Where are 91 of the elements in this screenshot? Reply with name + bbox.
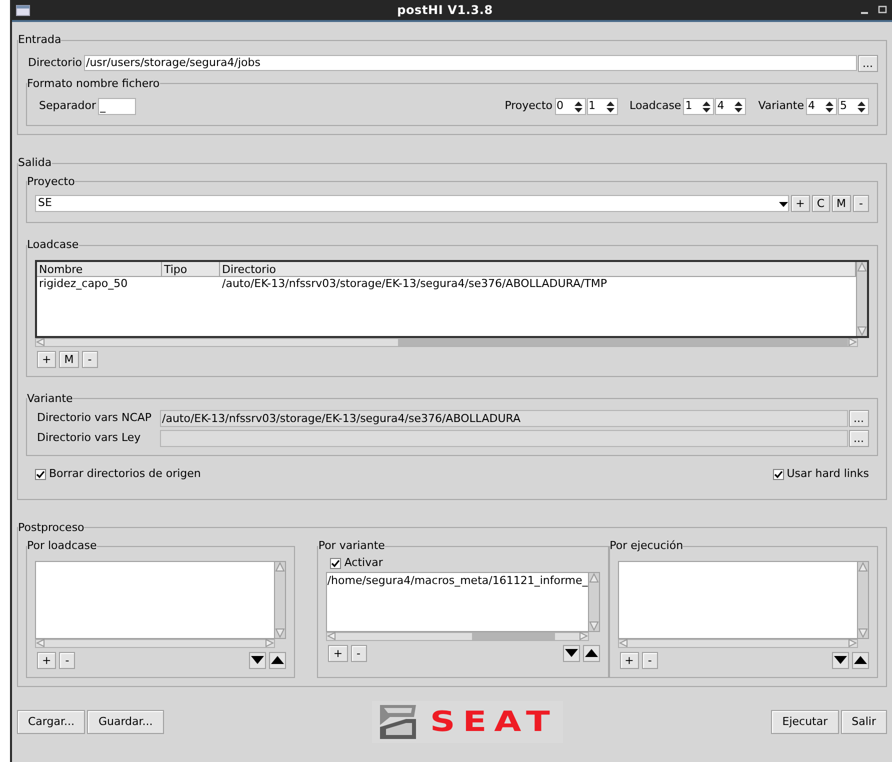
directory-field[interactable] — [160, 430, 848, 447]
vertical-scrollbar[interactable] — [856, 262, 867, 336]
down-triangle-icon — [564, 649, 578, 657]
small-button[interactable]: M — [59, 350, 79, 368]
vertical-scrollbar[interactable] — [274, 562, 286, 638]
spin-arrows-icon[interactable] — [857, 100, 866, 112]
field-label: Directorio — [28, 54, 82, 71]
column-header[interactable]: Nombre — [37, 262, 162, 276]
vertical-scrollbar[interactable] — [588, 572, 599, 630]
field-label: Directorio vars Ley — [37, 430, 142, 446]
small-button[interactable]: - — [82, 350, 98, 368]
column-header[interactable]: Tipo — [162, 262, 220, 276]
spin-box[interactable]: 1 — [586, 98, 618, 115]
spin-arrows-icon[interactable] — [606, 100, 615, 112]
maximize-icon[interactable] — [878, 5, 888, 15]
move-down-button[interactable] — [249, 652, 266, 668]
small-button[interactable]: + — [790, 195, 810, 212]
directory-field[interactable]: /usr/users/storage/segura4/jobs — [84, 55, 856, 71]
small-button[interactable]: - — [642, 652, 658, 668]
spin-box[interactable]: 5 — [838, 98, 869, 115]
scroll-down-icon[interactable] — [858, 628, 868, 638]
table-cell-text: rigidez_capo_50 — [38, 276, 129, 292]
field-label: Proyecto — [504, 98, 553, 114]
spin-box[interactable]: 0 — [554, 98, 586, 115]
scroll-up-icon[interactable] — [857, 262, 867, 272]
field-label: Variante — [758, 98, 804, 114]
small-button[interactable]: + — [328, 644, 348, 662]
footer-button[interactable]: Salir — [840, 710, 887, 734]
scroll-down-icon[interactable] — [588, 620, 599, 630]
small-button[interactable]: + — [37, 652, 56, 668]
group-title: Variante — [27, 390, 73, 406]
group-title: Proyecto — [27, 174, 75, 190]
window-title: postHI V1.3.8 — [396, 2, 494, 19]
field-label: Loadcase — [630, 98, 682, 114]
small-button[interactable]: - — [853, 195, 869, 212]
scroll-down-icon[interactable] — [857, 326, 867, 336]
spin-arrows-icon[interactable] — [734, 100, 744, 112]
spin-arrows-icon[interactable] — [825, 100, 834, 112]
checkbox[interactable] — [35, 468, 46, 480]
checkbox[interactable] — [330, 558, 342, 569]
group-title: Salida — [18, 155, 52, 171]
down-triangle-icon — [834, 656, 847, 664]
footer-button[interactable]: Guardar... — [87, 710, 164, 734]
table-cell-text: /auto/EK-13/nfssrv03/storage/EK-13/segura4/se376/ABOLLADURA/TMP — [221, 276, 608, 292]
up-triangle-icon — [584, 649, 598, 657]
group-title: Entrada — [18, 32, 62, 48]
scroll-right-icon[interactable] — [848, 338, 857, 346]
project-dropdown[interactable]: SE — [35, 195, 789, 212]
group-title: Loadcase — [27, 237, 79, 253]
move-down-button[interactable] — [562, 644, 580, 662]
scroll-left-icon[interactable] — [36, 338, 45, 346]
small-button[interactable]: C — [812, 195, 830, 212]
footer-button[interactable]: Ejecutar — [771, 710, 839, 734]
group-title: Por ejecución — [610, 538, 684, 554]
directory-field[interactable]: /auto/EK-13/nfssrv03/storage/EK-13/segura4/se376/ABOLLADURA — [160, 410, 848, 427]
spin-box[interactable]: 4 — [806, 98, 837, 115]
separator-field[interactable]: _ — [98, 98, 136, 115]
footer-button[interactable]: Cargar... — [17, 710, 86, 734]
browse-button[interactable]: ... — [848, 430, 869, 447]
up-triangle-icon — [271, 656, 284, 664]
move-up-button[interactable] — [582, 644, 600, 662]
group-title: Por variante — [318, 538, 385, 554]
small-button[interactable]: - — [350, 644, 367, 662]
down-triangle-icon — [251, 656, 264, 664]
vertical-scrollbar[interactable] — [857, 562, 868, 638]
group-title: Por loadcase — [27, 538, 97, 554]
small-button[interactable]: M — [832, 195, 851, 212]
group-title: Postproceso — [18, 520, 84, 536]
small-button[interactable]: - — [59, 652, 76, 668]
small-button[interactable]: + — [37, 350, 56, 368]
spin-box[interactable]: 1 — [683, 98, 714, 115]
spin-box[interactable]: 4 — [715, 98, 746, 115]
browse-button[interactable]: ... — [848, 410, 869, 427]
browse-button[interactable]: ... — [858, 54, 878, 72]
up-triangle-icon — [854, 656, 867, 664]
checkbox-label[interactable]: Borrar directorios de origen — [49, 466, 201, 482]
field-label: Separador — [39, 98, 96, 114]
small-button[interactable]: + — [620, 652, 639, 668]
checkbox-label[interactable]: Activar — [344, 555, 383, 572]
logo: SEAT — [372, 700, 564, 742]
move-down-button[interactable] — [832, 652, 849, 668]
field-label: Directorio vars NCAP — [37, 410, 153, 426]
spin-arrows-icon[interactable] — [574, 100, 583, 112]
scroll-down-icon[interactable] — [275, 628, 286, 638]
checkbox[interactable] — [772, 468, 784, 480]
move-up-button[interactable] — [852, 652, 869, 668]
group-title: Formato nombre fichero — [27, 76, 160, 92]
window-icon — [16, 4, 30, 16]
checkbox-label[interactable]: Usar hard links — [786, 466, 869, 482]
move-up-button[interactable] — [269, 652, 286, 668]
spin-arrows-icon[interactable] — [702, 100, 712, 112]
